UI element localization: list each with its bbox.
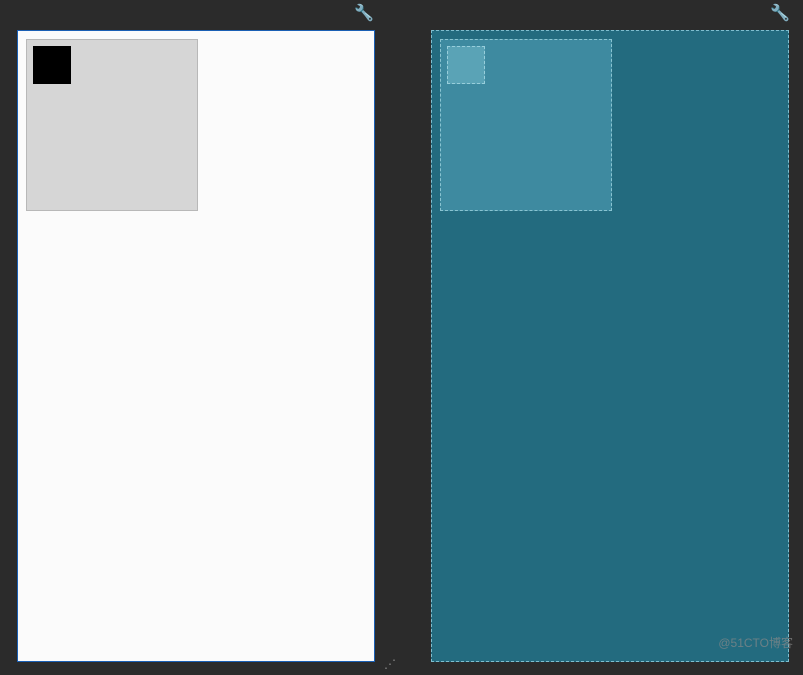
- settings-icon[interactable]: 🔧: [770, 3, 790, 23]
- inner-box[interactable]: [33, 46, 71, 84]
- inner-box[interactable]: [447, 46, 485, 84]
- layout-preview-right[interactable]: [431, 30, 789, 662]
- mid-container[interactable]: [440, 39, 612, 211]
- resize-handle-icon[interactable]: ⋰: [384, 657, 396, 671]
- layout-preview-left[interactable]: [17, 30, 375, 662]
- mid-container[interactable]: [26, 39, 198, 211]
- settings-icon[interactable]: 🔧: [354, 3, 374, 23]
- preview-panes: [17, 30, 789, 663]
- watermark-text: @51CTO博客: [718, 634, 793, 651]
